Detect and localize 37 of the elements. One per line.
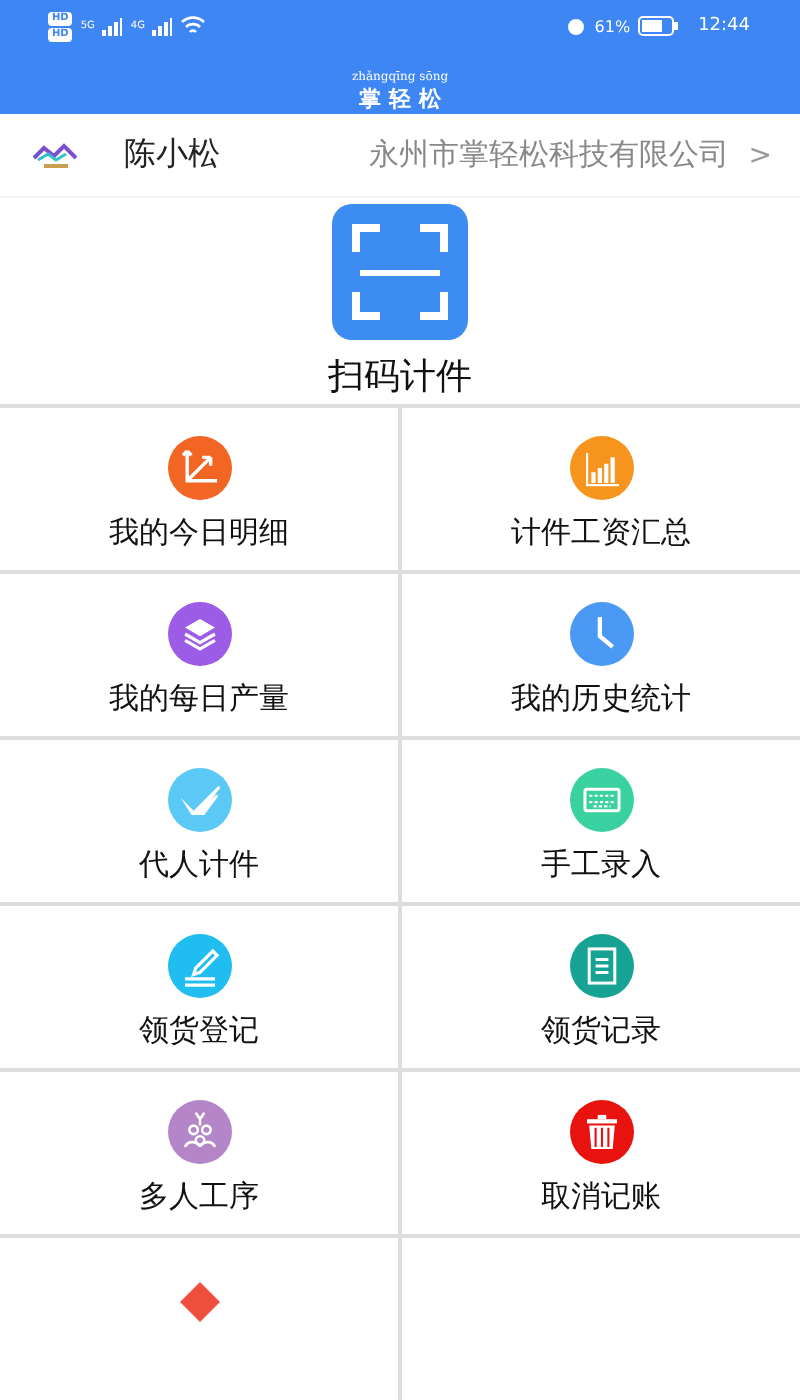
menu-tile[interactable]: 我的历史统计	[402, 574, 800, 736]
scan-icon[interactable]	[332, 203, 468, 340]
chevron-glyph: >	[748, 139, 772, 172]
menu-label: 手工录入	[541, 846, 661, 884]
user-row[interactable]: 陈小松 永州市掌轻松科技有限公司 >	[0, 114, 800, 197]
menu-tile[interactable]: 计件工资汇总	[402, 408, 800, 570]
menu-label: 我的每日产量	[109, 680, 289, 718]
menu-label: 计件工资汇总	[511, 514, 691, 552]
menu-tile[interactable]	[402, 1238, 800, 1400]
menu-tile[interactable]: 多人工序	[0, 1072, 398, 1234]
menu-tile[interactable]: 手工录入	[402, 740, 800, 902]
wifi-icon	[180, 16, 207, 36]
menu-tile[interactable]: 领货记录	[402, 906, 800, 1068]
menu-label: 代人计件	[139, 846, 259, 884]
menu-label: 领货登记	[139, 1012, 259, 1050]
battery-percent: 61%	[594, 17, 631, 35]
menu-tile[interactable]: 取消记账	[402, 1072, 800, 1234]
company-name: 永州市掌轻松科技有限公司	[368, 136, 729, 175]
logo-icon	[32, 141, 80, 170]
battery-icon	[638, 16, 679, 36]
menu-label: 多人工序	[139, 1178, 259, 1216]
signal-icon	[152, 17, 173, 35]
menu-label: 领货记录	[541, 1012, 661, 1050]
scan-label: 扫码计件	[328, 353, 472, 400]
app-title: 掌 轻 松	[359, 84, 441, 114]
menu-tile[interactable]: 领货登记	[0, 906, 398, 1068]
alarm-icon	[566, 16, 587, 36]
menu-tile[interactable]: 代人计件	[0, 740, 398, 902]
menu-label: 我的历史统计	[511, 680, 691, 718]
clock-time: 12:44	[698, 16, 750, 36]
menu-label: 我的今日明细	[109, 514, 289, 552]
menu-tile[interactable]: 我的每日产量	[0, 574, 398, 736]
menu-label: 取消记账	[541, 1178, 661, 1216]
menu-tile[interactable]: 我的今日明细	[0, 408, 398, 570]
menu-tile[interactable]	[0, 1238, 398, 1400]
signal-icon	[102, 17, 123, 35]
user-name: 陈小松	[124, 134, 220, 177]
